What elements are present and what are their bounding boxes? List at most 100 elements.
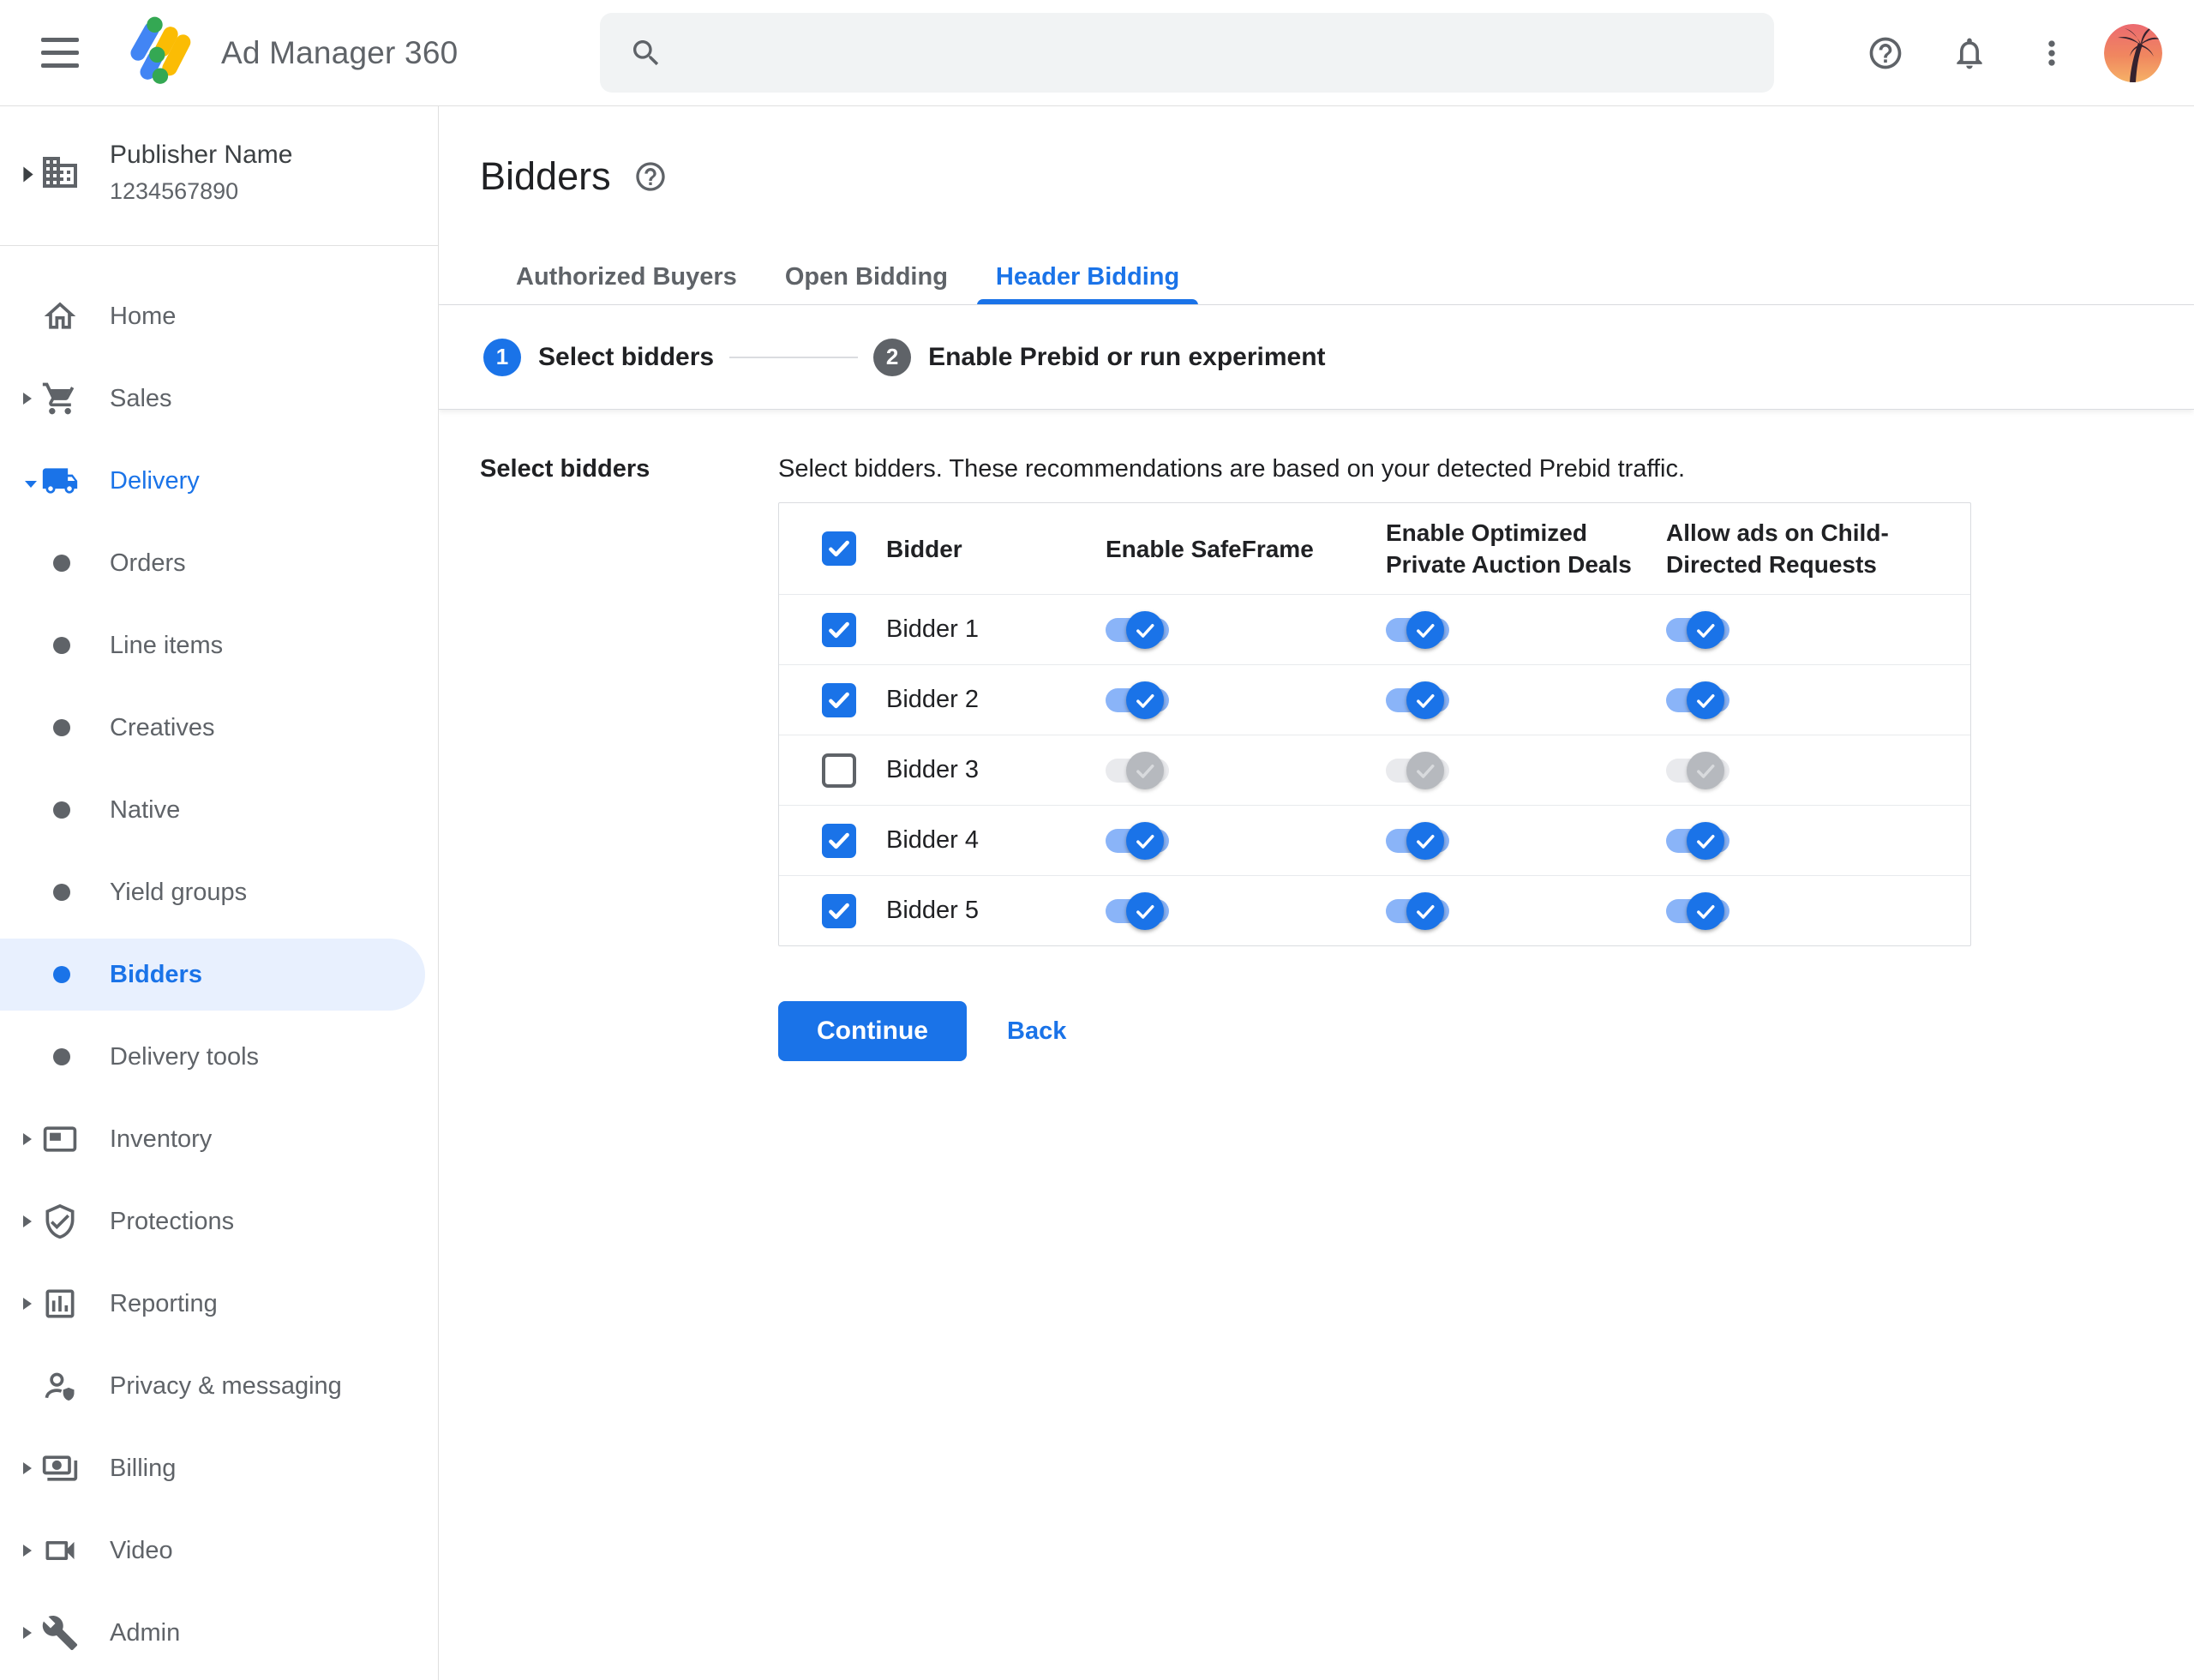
notifications-bell-icon[interactable] [1951,34,1988,72]
safeframe-toggle[interactable] [1106,821,1169,860]
bidder-name: Bidder 5 [886,897,980,924]
select-bidders-form: Select bidders Select bidders. These rec… [439,410,2194,1061]
step-1-number: 1 [483,338,521,376]
expand-right-arrow-icon[interactable] [21,1211,34,1232]
sidebar-item-label: Billing [110,1454,177,1482]
form-description: Select bidders. These recommendations ar… [778,455,1686,483]
step-1: 1 Select bidders [483,338,715,376]
sidebar-item-delivery-tools[interactable]: Delivery tools [0,1016,438,1098]
tab-authorized-buyers[interactable]: Authorized Buyers [492,249,761,305]
optimized-deals-toggle[interactable] [1386,681,1449,719]
video-icon [41,1532,79,1569]
step-1-label: Select bidders [538,342,715,371]
sidebar-item-label: Line items [110,631,224,659]
table-row-bidder-2: Bidder 2 [779,664,1970,735]
expand-right-arrow-icon[interactable] [21,1129,34,1149]
row-checkbox[interactable] [822,612,856,647]
sidebar-item-label: Delivery [110,466,200,495]
expand-right-arrow-icon[interactable] [21,388,34,409]
child-directed-toggle[interactable] [1666,891,1729,930]
publisher-expand-arrow-icon[interactable] [21,163,36,183]
table-row-bidder-5: Bidder 5 [779,875,1970,945]
bidder-name: Bidder 3 [886,756,980,783]
bidders-table: Bidder Enable SafeFrame Enable Optimized… [778,502,1971,946]
tab-header-bidding[interactable]: Header Bidding [972,249,1203,305]
search-icon [633,39,659,65]
sidebar-item-native[interactable]: Native [0,769,438,851]
sidebar-item-label: Video [110,1536,173,1564]
safeframe-toggle[interactable] [1106,891,1169,930]
select-all-checkbox[interactable] [822,531,856,566]
sidebar-item-label: Yield groups [110,878,248,906]
sidebar-nav: Publisher Name 1234567890 Home Sales Del… [0,106,439,1680]
shield-icon [41,1203,79,1240]
sidebar-item-protections[interactable]: Protections [0,1180,438,1263]
main-content: Bidders Authorized Buyers Open Bidding Hea… [439,106,2194,1680]
optimized-deals-toggle[interactable] [1386,610,1449,649]
sidebar-item-inventory[interactable]: Inventory [0,1098,438,1180]
optimized-deals-toggle[interactable] [1386,891,1449,930]
sidebar-item-label: Admin [110,1618,181,1647]
sidebar-item-label: Bidders [110,960,202,988]
child-directed-toggle[interactable] [1666,751,1729,789]
row-checkbox[interactable] [822,682,856,717]
row-checkbox[interactable] [822,893,856,928]
sidebar-item-video[interactable]: Video [0,1509,438,1592]
step-connector [729,356,859,358]
sidebar-item-reporting[interactable]: Reporting [0,1263,438,1345]
expand-right-arrow-icon[interactable] [21,1458,34,1479]
step-2-label: Enable Prebid or run experiment [928,342,1326,371]
table-header-row: Bidder Enable SafeFrame Enable Optimized… [779,503,1970,594]
bidder-name: Bidder 2 [886,686,980,713]
safeframe-toggle[interactable] [1106,751,1169,789]
search-input[interactable] [686,38,1714,68]
table-row-bidder-4: Bidder 4 [779,805,1970,875]
sidebar-item-orders[interactable]: Orders [0,522,438,604]
page-help-icon[interactable] [633,159,668,194]
bullet-icon [53,1048,70,1065]
sidebar-item-billing[interactable]: Billing [0,1427,438,1509]
truck-icon [41,462,79,500]
sidebar-item-admin[interactable]: Admin [0,1592,438,1674]
expand-right-arrow-icon[interactable] [21,1540,34,1561]
back-link[interactable]: Back [1007,1017,1066,1046]
sidebar-item-label: Inventory [110,1125,213,1153]
search-bar[interactable] [600,13,1774,93]
sidebar-item-creatives[interactable]: Creatives [0,687,438,769]
child-directed-toggle[interactable] [1666,681,1729,719]
row-checkbox[interactable] [822,823,856,858]
sidebar-item-privacy-messaging[interactable]: Privacy & messaging [0,1345,438,1427]
user-avatar[interactable] [2104,24,2162,82]
child-directed-toggle[interactable] [1666,821,1729,860]
sidebar-item-line-items[interactable]: Line items [0,604,438,687]
sidebar-item-yield-groups[interactable]: Yield groups [0,851,438,933]
safeframe-toggle[interactable] [1106,681,1169,719]
sidebar-item-label: Creatives [110,713,215,741]
sidebar-item-home[interactable]: Home [0,275,438,357]
tab-bar: Authorized Buyers Open Bidding Header Bidd… [492,249,1203,305]
sidebar-item-sales[interactable]: Sales [0,357,438,440]
stepper: 1 Select bidders 2 Enable Prebid or run … [439,305,2194,410]
expand-right-arrow-icon[interactable] [21,1623,34,1643]
bidder-name: Bidder 4 [886,826,980,854]
continue-button[interactable]: Continue [778,1001,967,1061]
help-icon[interactable] [1867,34,1904,72]
privacy-icon [41,1367,79,1405]
column-header-optimized-deals: Enable Optimized Private Auction Deals [1386,519,1632,578]
optimized-deals-toggle[interactable] [1386,751,1449,789]
sidebar-item-delivery[interactable]: Delivery [0,440,438,522]
safeframe-toggle[interactable] [1106,610,1169,649]
optimized-deals-toggle[interactable] [1386,821,1449,860]
publisher-selector[interactable]: Publisher Name 1234567890 [0,106,438,246]
more-options-icon[interactable] [2033,34,2055,72]
bullet-icon [53,801,70,819]
bullet-icon [53,884,70,901]
publisher-id: 1234567890 [110,178,239,204]
expand-right-arrow-icon[interactable] [21,1293,34,1314]
tab-open-bidding[interactable]: Open Bidding [761,249,972,305]
collapse-down-arrow-icon[interactable] [21,474,41,495]
row-checkbox[interactable] [822,753,856,788]
child-directed-toggle[interactable] [1666,610,1729,649]
sidebar-item-bidders[interactable]: Bidders [0,933,438,1016]
menu-hamburger-icon[interactable] [41,34,81,72]
